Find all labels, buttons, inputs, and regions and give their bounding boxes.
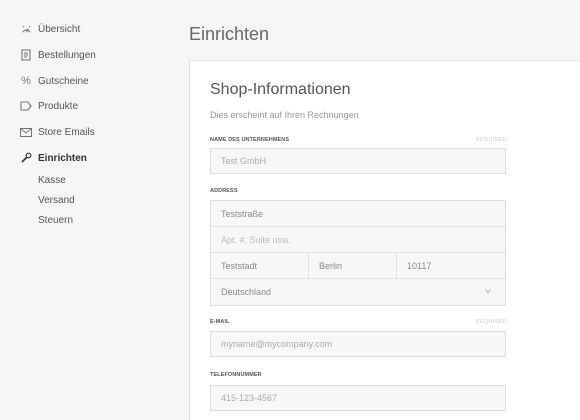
country-select[interactable]: Deutschland	[211, 279, 505, 305]
email-field[interactable]: myname@mycompany.com	[210, 331, 506, 357]
address-block: Teststraße Apt. #, Suite usw. Teststadt …	[210, 200, 506, 306]
sidebar-item-label: Produkte	[38, 100, 79, 112]
dashboard-icon	[20, 23, 32, 35]
phone-label: TELEFONNUMMER	[210, 372, 262, 378]
sidebar-item-uebersicht[interactable]: Übersicht	[20, 20, 80, 38]
envelope-icon	[20, 126, 32, 138]
sidebar-item-label: Einrichten	[38, 152, 87, 164]
street-field[interactable]: Teststraße	[211, 201, 263, 226]
sidebar-item-store-emails[interactable]: Store Emails	[20, 123, 95, 141]
country-value: Deutschland	[221, 287, 272, 297]
email-required-badge: REQUIRED	[475, 319, 507, 325]
company-name-field[interactable]: Test GmbH	[210, 148, 506, 174]
sidebar-subitem-kasse[interactable]: Kasse	[38, 175, 66, 186]
sidebar-item-produkte[interactable]: Produkte	[20, 97, 78, 115]
city-field[interactable]: Teststadt	[211, 253, 309, 278]
percent-icon: %	[21, 75, 31, 87]
company-required-badge: REQUIRED	[475, 137, 507, 143]
card-subtitle: Dies erscheint auf Ihren Rechnungen	[210, 110, 359, 120]
state-field[interactable]: Berlin	[309, 253, 397, 278]
sidebar-subitem-versand[interactable]: Versand	[38, 195, 75, 206]
company-name-label: NAME DES UNTERNEHMENS	[210, 137, 290, 143]
address-label: ADDRESS	[210, 188, 238, 194]
sidebar-item-label: Gutscheine	[38, 75, 89, 87]
tag-icon	[20, 100, 32, 112]
document-icon	[20, 49, 32, 61]
page-title: Einrichten	[189, 24, 270, 44]
sidebar-item-label: Store Emails	[38, 126, 95, 138]
sidebar-item-gutscheine[interactable]: % Gutscheine	[20, 72, 89, 90]
sidebar-item-einrichten[interactable]: Einrichten	[20, 149, 87, 167]
apt-field[interactable]: Apt. #, Suite usw.	[211, 227, 291, 252]
wrench-icon	[20, 152, 32, 164]
sidebar-item-label: Übersicht	[38, 23, 81, 35]
sidebar-item-label: Bestellungen	[38, 49, 96, 61]
phone-field[interactable]: 415-123-4567	[210, 385, 506, 411]
sidebar-item-bestellungen[interactable]: Bestellungen	[20, 46, 96, 64]
shop-info-card: Shop-Informationen Dies erscheint auf Ih…	[189, 60, 580, 420]
sidebar-subitem-steuern[interactable]: Steuern	[38, 215, 73, 226]
chevron-down-icon	[485, 289, 491, 294]
email-label: E-MAIL	[210, 319, 230, 325]
card-title: Shop-Informationen	[210, 81, 351, 98]
zip-field[interactable]: 10117	[397, 253, 505, 278]
sidebar: Übersicht Bestellungen % Gutscheine Prod…	[0, 0, 175, 419]
